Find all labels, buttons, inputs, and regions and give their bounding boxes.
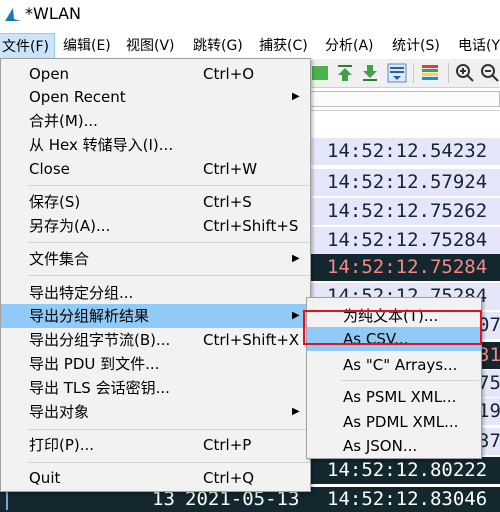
packet-time: 14:52:12.75284: [327, 229, 488, 251]
display-filter-input[interactable]: [306, 91, 500, 107]
menu-analyze[interactable]: 分析(A): [325, 33, 374, 59]
menu-separator: [28, 275, 310, 276]
packet-time: 14:52:12.80222: [327, 459, 488, 481]
menu-item-export-objects[interactable]: 导出对象 ▶: [1, 400, 310, 424]
go-top-icon[interactable]: [335, 63, 355, 83]
menu-view[interactable]: 视图(V): [126, 33, 175, 59]
wireshark-icon: [5, 8, 21, 21]
menu-item-export-dissections[interactable]: 导出分组解析结果 ▶: [1, 304, 310, 328]
menu-edit[interactable]: 编辑(E): [63, 33, 111, 59]
menu-separator: [341, 380, 479, 381]
submenu-arrow-icon: ▶: [292, 91, 300, 102]
submenu-arrow-icon: ▶: [292, 253, 300, 264]
packet-row[interactable]: 14:52:12.57924: [300, 169, 500, 196]
submenu-item-psml[interactable]: As PSML XML...: [307, 385, 481, 409]
menu-item-export-pdu[interactable]: 导出 PDU 到文件...: [1, 352, 310, 376]
menu-separator: [28, 185, 310, 186]
menu-item-export-bytes[interactable]: 导出分组字节流(B)... Ctrl+Shift+X: [1, 328, 310, 352]
zoom-out-icon[interactable]: [480, 63, 500, 83]
title-bar: *WLAN: [0, 0, 500, 30]
menu-item-print[interactable]: 打印(P)... Ctrl+P: [1, 433, 310, 457]
packet-time: 14:52:12.54232: [327, 140, 488, 162]
packet-time: 14:52:12.75284: [327, 256, 488, 278]
menu-separator: [28, 429, 310, 430]
submenu-item-c-arrays[interactable]: As "C" Arrays...: [307, 353, 481, 377]
menu-item-open[interactable]: Open Ctrl+O: [1, 62, 310, 86]
file-menu: Open Ctrl+O Open Recent ▶ 合并(M)... 从 Hex 转…: [0, 58, 311, 492]
submenu-item-json[interactable]: As JSON...: [307, 434, 481, 458]
display-filter-bar: [300, 87, 500, 111]
packet-time: 14:52:12.75262: [327, 200, 488, 222]
menu-file[interactable]: 文件(F): [0, 33, 55, 59]
menu-separator: [28, 242, 310, 243]
window-title: *WLAN: [25, 4, 82, 23]
menu-bar: 文件(F) 编辑(E) 视图(V) 跳转(G) 捕获(C) 分析(A) 统计(S…: [0, 33, 500, 59]
packet-row[interactable]: 14:52:12.75284: [300, 227, 500, 254]
menu-item-export-tls-keys[interactable]: 导出 TLS 会话密钥...: [1, 376, 310, 400]
row-marker: [6, 489, 8, 510]
packet-time: 14:52:12.83046: [327, 488, 488, 510]
zoom-in-icon[interactable]: [455, 63, 475, 83]
packet-row[interactable]: 14:52:12.54232: [300, 138, 500, 165]
autoscroll-icon[interactable]: [387, 63, 407, 83]
menu-item-save[interactable]: 保存(S) Ctrl+S: [1, 190, 310, 214]
menu-item-file-set[interactable]: 文件集合 ▶: [1, 247, 310, 271]
highlight-annotation-box: [303, 310, 482, 345]
submenu-arrow-icon: ▶: [292, 406, 300, 417]
menu-item-quit[interactable]: Quit Ctrl+Q: [1, 466, 310, 490]
menu-item-import-hex[interactable]: 从 Hex 转储导入(I)...: [1, 133, 310, 157]
main-toolbar: [300, 59, 500, 87]
submenu-item-pdml[interactable]: As PDML XML...: [307, 410, 481, 434]
colorize-icon[interactable]: [420, 63, 440, 83]
go-bottom-icon[interactable]: [360, 63, 380, 83]
menu-capture[interactable]: 捕获(C): [259, 33, 308, 59]
menu-telephony[interactable]: 电话(Y: [458, 33, 500, 59]
packet-row[interactable]: 14:52:12.75284: [300, 254, 500, 281]
menu-separator: [28, 462, 310, 463]
packet-time: 14:52:12.57924: [327, 171, 488, 193]
menu-item-export-specified[interactable]: 导出特定分组...: [1, 281, 310, 305]
menu-go[interactable]: 跳转(G): [193, 33, 243, 59]
menu-statistics[interactable]: 统计(S): [392, 33, 440, 59]
packet-row[interactable]: 14:52:12.75262: [300, 198, 500, 225]
menu-item-merge[interactable]: 合并(M)...: [1, 109, 310, 133]
packet-row[interactable]: 14:52:12.80222: [300, 457, 500, 484]
submenu-arrow-icon: ▶: [292, 310, 300, 321]
shark-fin-icon[interactable]: [310, 63, 330, 83]
menu-item-open-recent[interactable]: Open Recent ▶: [1, 85, 310, 109]
menu-item-save-as[interactable]: 另存为(A)... Ctrl+Shift+S: [1, 214, 310, 238]
menu-item-close[interactable]: Close Ctrl+W: [1, 157, 310, 181]
